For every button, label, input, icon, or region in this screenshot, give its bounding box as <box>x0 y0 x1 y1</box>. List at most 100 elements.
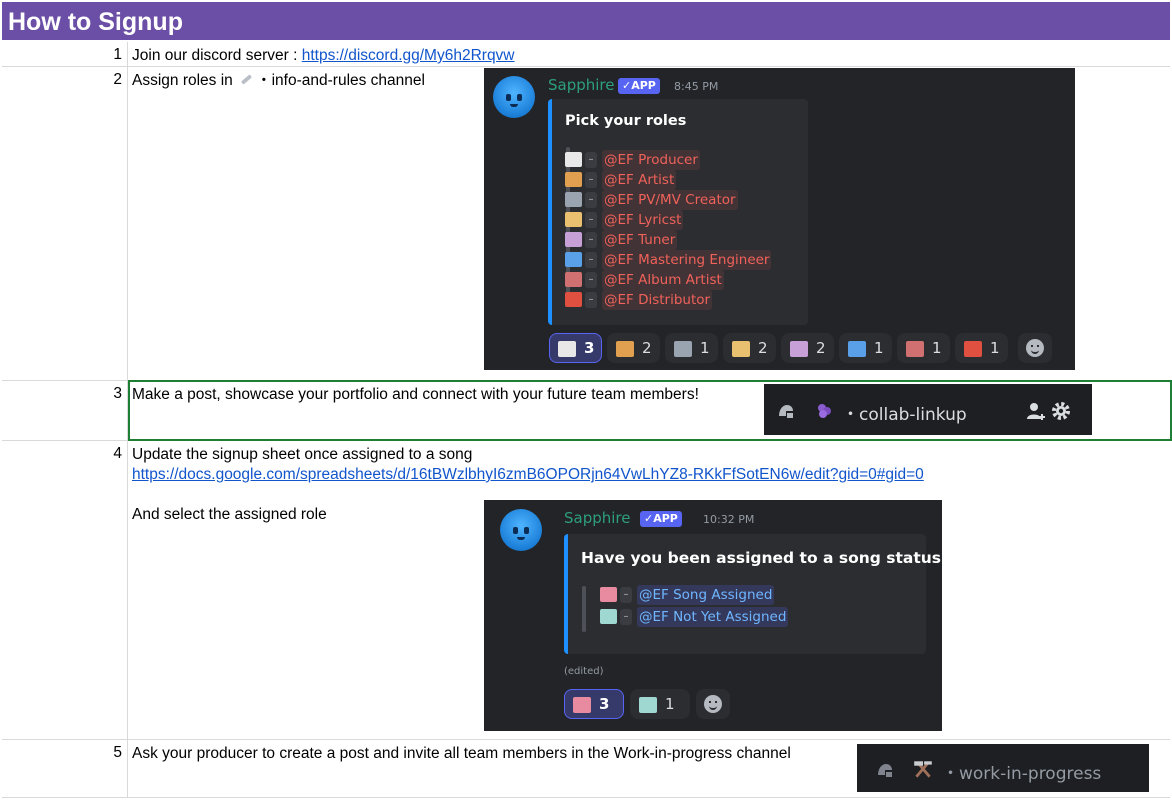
reaction-button[interactable]: 2 <box>607 333 660 363</box>
work-in-progress-channel[interactable]: ・work-in-progress <box>857 744 1149 792</box>
status-embed: Have you been assigned to a song status … <box>564 534 941 654</box>
forum-icon <box>878 764 892 777</box>
step-text: Ask your producer to create a post and i… <box>132 745 791 762</box>
channel-name: ・collab-linkup <box>842 405 967 425</box>
reaction-button[interactable]: 2 <box>781 333 834 363</box>
ruler-icon <box>241 74 252 85</box>
dash-separator: – <box>585 232 597 248</box>
sapphire-avatar <box>500 509 542 551</box>
step-text-label: ・info-and-rules channel <box>256 72 425 89</box>
discord-invite-link[interactable]: https://discord.gg/My6h2Rrqvw <box>302 47 515 64</box>
app-badge: ✓APP <box>618 78 660 94</box>
step-row-2: 2 Assign roles in ・info-and-rules channe… <box>2 67 1170 381</box>
reaction-count: 2 <box>758 339 768 357</box>
step-text: Assign roles in ・info-and-rules channel <box>132 71 425 91</box>
reaction-count: 2 <box>816 339 826 357</box>
reaction-count: 2 <box>642 339 652 357</box>
step-text: Join our discord server : https://discor… <box>132 46 515 66</box>
assigned-icon <box>573 697 591 713</box>
role-mention[interactable]: @EF Song Assigned <box>637 585 775 605</box>
add-reaction-button[interactable] <box>696 689 730 719</box>
hammer-pick-icon <box>914 761 932 778</box>
reaction-count: 1 <box>665 695 675 713</box>
dash-separator: – <box>620 587 632 603</box>
reaction-button[interactable]: 1 <box>839 333 892 363</box>
collab-linkup-channel[interactable]: ・collab-linkup <box>764 384 1092 435</box>
dash-separator: – <box>585 212 597 228</box>
film-icon <box>565 192 582 207</box>
reaction-button[interactable]: 1 <box>897 333 950 363</box>
reaction-button[interactable]: 3 <box>549 333 602 363</box>
step-number: 4 <box>2 441 128 739</box>
reaction-count: 3 <box>599 695 610 713</box>
step-row-5: 5 Ask your producer to create a post and… <box>2 740 1170 798</box>
reaction-button[interactable]: 1 <box>665 333 718 363</box>
add-reaction-button[interactable] <box>1018 333 1052 363</box>
not-assigned-icon <box>600 609 617 624</box>
assigned-icon <box>600 587 617 602</box>
step-number: 1 <box>2 42 128 66</box>
reaction-count: 1 <box>932 339 942 357</box>
dash-separator: – <box>585 272 597 288</box>
music-note-icon <box>848 341 866 357</box>
piano-icon <box>558 341 576 357</box>
step-number: 5 <box>2 740 128 797</box>
step-number: 3 <box>2 381 128 440</box>
reaction-count: 3 <box>584 339 595 357</box>
step-number: 2 <box>2 67 128 380</box>
embed-title: Pick your roles <box>565 113 687 129</box>
edited-label: (edited) <box>564 666 604 677</box>
bot-name[interactable]: Sapphire <box>548 76 615 94</box>
reaction-button[interactable]: 3 <box>564 689 624 719</box>
bot-name[interactable]: Sapphire <box>564 509 631 527</box>
step-row-4: 4 Update the signup sheet once assigned … <box>2 441 1170 740</box>
piano-icon <box>565 152 582 167</box>
vocaloid-icon <box>790 341 808 357</box>
add-member-icon[interactable] <box>1026 401 1046 421</box>
reaction-count: 1 <box>700 339 710 357</box>
reaction-button[interactable]: 1 <box>630 689 690 719</box>
truck-icon <box>565 292 582 307</box>
discord-status-message: Sapphire ✓APP 10:32 PM Have you been ass… <box>484 500 942 731</box>
app-badge: ✓APP <box>640 511 682 527</box>
role-mention[interactable]: @EF Not Yet Assigned <box>637 607 789 627</box>
grape-icon <box>818 404 831 418</box>
dash-separator: – <box>585 172 597 188</box>
role-mention[interactable]: @EF Producer <box>602 150 700 170</box>
smile-icon <box>1026 339 1044 357</box>
palette-icon <box>616 341 634 357</box>
role-mention[interactable]: @EF Album Artist <box>602 270 724 290</box>
music-note-icon <box>565 252 582 267</box>
roles-embed: Pick your roles – @EF Producer – @EF Artist… <box>548 99 808 325</box>
reaction-button[interactable]: 1 <box>955 333 1008 363</box>
role-mention[interactable]: @EF Distributor <box>602 290 713 310</box>
role-mention[interactable]: @EF Mastering Engineer <box>602 250 772 270</box>
role-mention[interactable]: @EF Tuner <box>602 230 678 250</box>
message-time: 8:45 PM <box>674 80 719 93</box>
picture-icon <box>565 272 582 287</box>
step-row-3: 3 Make a post, showcase your portfolio a… <box>2 380 1172 441</box>
picture-icon <box>906 341 924 357</box>
forum-icon <box>779 405 793 418</box>
dash-separator: – <box>620 609 632 625</box>
sapphire-avatar <box>493 76 535 118</box>
scroll-icon <box>565 212 582 227</box>
role-mention[interactable]: @EF Lyricst <box>602 210 684 230</box>
reaction-count: 1 <box>990 339 1000 357</box>
role-mention[interactable]: @EF Artist <box>602 170 677 190</box>
discord-roles-message: Sapphire ✓APP 8:45 PM Pick your roles – @… <box>484 68 1075 370</box>
not-assigned-icon <box>639 697 657 713</box>
gear-icon[interactable] <box>1051 401 1071 421</box>
channel-name: ・work-in-progress <box>942 764 1102 784</box>
reaction-count: 1 <box>874 339 884 357</box>
film-icon <box>674 341 692 357</box>
palette-icon <box>565 172 582 187</box>
reaction-button[interactable]: 2 <box>723 333 776 363</box>
dash-separator: – <box>585 292 597 308</box>
step-text-label: Join our discord server : <box>132 47 302 64</box>
sheet-title: How to Signup <box>2 2 1170 40</box>
signup-sheet-link[interactable]: https://docs.google.com/spreadsheets/d/1… <box>132 466 924 483</box>
dash-separator: – <box>585 192 597 208</box>
dash-separator: – <box>585 252 597 268</box>
role-mention[interactable]: @EF PV/MV Creator <box>602 190 738 210</box>
